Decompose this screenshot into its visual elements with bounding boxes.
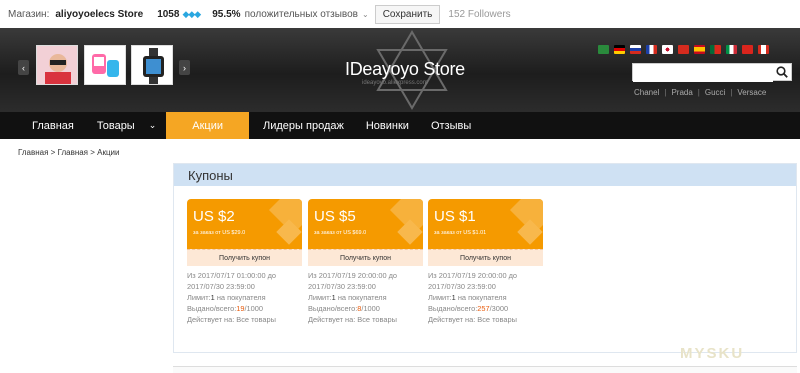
chevron-down-icon[interactable]: ⌄ <box>362 10 369 19</box>
flag-it-icon[interactable] <box>726 45 737 54</box>
coupon-amount: US $1 <box>434 208 476 225</box>
search-input[interactable] <box>633 66 773 82</box>
coupon-face: US $5 за заказ от US $69.0 <box>308 199 423 249</box>
store-top-bar: Магазин: aliyoyoelecs Store 1058 ◆◆◆ 95.… <box>0 0 800 28</box>
search-icon <box>775 66 788 78</box>
store-logo-subtitle: ideayoyo.aliexpress.com <box>362 80 428 86</box>
coupon-details: Из 2017/07/17 01:00:00 до 2017/07/30 23:… <box>187 270 302 325</box>
nav-item-promotions[interactable]: Акции <box>166 112 250 139</box>
positive-feedback-label[interactable]: положительных отзывов <box>245 9 358 20</box>
store-score: 1058 <box>157 8 180 20</box>
language-flags <box>598 45 774 54</box>
coupon-scope: Действует на: Все товары <box>308 315 397 324</box>
coupon-limit: Лимит:1 на покупателя <box>428 293 507 302</box>
nav-item-label: Товары <box>96 119 135 132</box>
brand-link[interactable]: Prada <box>671 88 692 97</box>
carousel-prev-arrow-icon[interactable]: ‹ <box>18 60 29 75</box>
flag-kr-icon[interactable] <box>662 45 673 54</box>
followers-count: 152 Followers <box>448 8 511 20</box>
nav-item-reviews[interactable]: Отзывы <box>420 112 482 139</box>
shop-label: Магазин: <box>8 8 50 20</box>
chevron-down-icon: ⌄ <box>148 120 157 130</box>
search-button[interactable] <box>773 65 790 79</box>
flag-sa-icon[interactable] <box>598 45 609 54</box>
coupon-condition: за заказ от US $69.0 <box>314 230 367 236</box>
coupon-details: Из 2017/07/19 20:00:00 до 2017/07/30 23:… <box>428 270 543 325</box>
store-name-link[interactable]: aliyoyoelecs Store <box>55 9 143 20</box>
coupons-panel: Купоны US $2 за заказ от US $29.0 Получи… <box>173 163 797 353</box>
coupon-limit: Лимит:1 на покупателя <box>187 293 266 302</box>
coupon-face: US $2 за заказ от US $29.0 <box>187 199 302 249</box>
coupon-card: US $2 за заказ от US $29.0 Получить купо… <box>187 199 302 325</box>
product-thumbnail[interactable] <box>131 45 173 85</box>
site-watermark: MYSKU <box>680 345 745 362</box>
brand-link[interactable]: Versace <box>737 88 766 97</box>
coupon-period: Из 2017/07/19 20:00:00 до 2017/07/30 23:… <box>428 271 518 291</box>
nav-item-home[interactable]: Главная <box>0 112 85 139</box>
store-nav: Главная Товары ⌄ Акции Лидеры продаж Нов… <box>0 112 800 139</box>
coupon-scope: Действует на: Все товары <box>428 315 517 324</box>
brand-link[interactable]: Gucci <box>705 88 725 97</box>
flag-ru-icon[interactable] <box>630 45 641 54</box>
store-search <box>632 63 792 82</box>
breadcrumb[interactable]: Главная > Главная > Акции <box>18 148 120 157</box>
store-banner: ‹ › IDeayoyo Store ideayoyo.aliexpress.c… <box>0 28 800 112</box>
flag-de-icon[interactable] <box>614 45 625 54</box>
diamond-rating-icon: ◆◆◆ <box>182 8 201 19</box>
coupon-amount: US $2 <box>193 208 235 225</box>
coupon-condition: за заказ от US $29.0 <box>193 230 246 236</box>
coupon-condition: за заказ от US $1.01 <box>434 230 487 236</box>
next-panel-edge <box>173 366 797 373</box>
product-thumbnail[interactable] <box>36 45 78 85</box>
coupon-face: US $1 за заказ от US $1.01 <box>428 199 543 249</box>
brand-links: Chanel | Prada | Gucci | Versace <box>634 88 767 97</box>
coupon-details: Из 2017/07/19 20:00:00 до 2017/07/30 23:… <box>308 270 423 325</box>
coupon-issued: Выдано/всего:257/3000 <box>428 304 509 313</box>
coupon-scope: Действует на: Все товары <box>187 315 276 324</box>
get-coupon-button[interactable]: Получить купон <box>308 249 423 266</box>
coupon-card: US $5 за заказ от US $69.0 Получить купо… <box>308 199 423 325</box>
flag-es-icon[interactable] <box>694 45 705 54</box>
get-coupon-button[interactable]: Получить купон <box>187 249 302 266</box>
coupon-issued: Выдано/всего:19/1000 <box>187 304 263 313</box>
coupons-heading: Купоны <box>174 164 796 186</box>
nav-item-bestsellers[interactable]: Лидеры продаж <box>249 112 355 139</box>
flag-fr-icon[interactable] <box>646 45 657 54</box>
coupon-period: Из 2017/07/19 20:00:00 до 2017/07/30 23:… <box>308 271 398 291</box>
coupon-period: Из 2017/07/17 01:00:00 до 2017/07/30 23:… <box>187 271 277 291</box>
store-logo-title[interactable]: IDeayoyo Store <box>345 59 465 80</box>
brand-link[interactable]: Chanel <box>634 88 659 97</box>
nav-item-new-arrivals[interactable]: Новинки <box>355 112 420 139</box>
coupon-issued: Выдано/всего:8/1000 <box>308 304 380 313</box>
flag-tr-icon[interactable] <box>678 45 689 54</box>
coupon-card: US $1 за заказ от US $1.01 Получить купо… <box>428 199 543 325</box>
product-thumbnail[interactable] <box>84 45 126 85</box>
nav-item-products[interactable]: Товары ⌄ <box>85 112 166 139</box>
save-store-button[interactable]: Сохранить <box>374 4 441 24</box>
carousel-next-arrow-icon[interactable]: › <box>179 60 190 75</box>
flag-ca-icon[interactable] <box>758 45 769 54</box>
get-coupon-button[interactable]: Получить купон <box>428 249 543 266</box>
flag-vn-icon[interactable] <box>742 45 753 54</box>
coupon-limit: Лимит:1 на покупателя <box>308 293 387 302</box>
coupon-amount: US $5 <box>314 208 356 225</box>
positive-feedback-percent: 95.5% <box>212 8 241 20</box>
flag-pt-icon[interactable] <box>710 45 721 54</box>
